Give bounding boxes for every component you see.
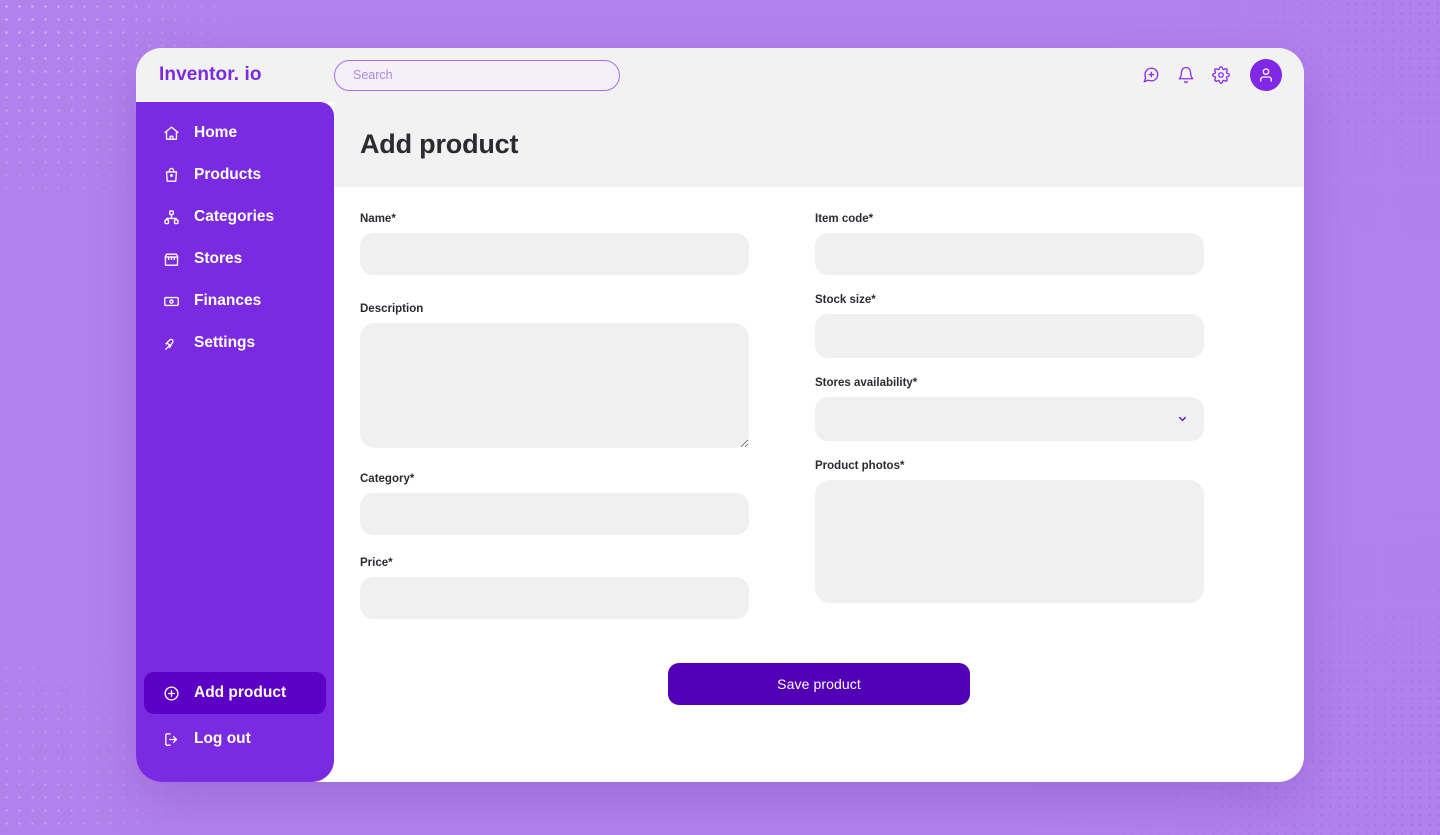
save-product-button[interactable]: Save product: [668, 663, 970, 705]
logout-icon: [162, 730, 180, 748]
field-label-item-code: Item code*: [815, 213, 874, 225]
form-grid: Name* Description Category* Price* Item …: [360, 213, 1278, 619]
home-icon: [162, 124, 180, 142]
sidebar-item-label: Categories: [194, 208, 275, 225]
sidebar-item-finances[interactable]: Finances: [144, 280, 326, 322]
app-logo: Inventor. io: [159, 64, 262, 85]
message-plus-icon[interactable]: [1141, 65, 1161, 85]
app-body: Home Products Categories Stores Finances…: [136, 102, 1304, 782]
sidebar-item-label: Finances: [194, 292, 262, 309]
sidebar-item-log-out[interactable]: Log out: [144, 718, 326, 760]
sidebar-item-label: Add product: [194, 684, 287, 701]
field-category: Category*: [360, 473, 749, 535]
field-label-stock-size: Stock size*: [815, 294, 876, 306]
store-icon: [162, 250, 180, 268]
field-label-category: Category*: [360, 473, 415, 485]
sidebar: Home Products Categories Stores Finances…: [136, 102, 334, 782]
field-label-name: Name*: [360, 213, 396, 225]
search-placeholder: Search: [353, 67, 393, 82]
field-description: Description: [360, 303, 749, 448]
page-header: Add product: [334, 102, 1304, 187]
bell-icon[interactable]: [1176, 65, 1196, 85]
field-stores-availability: Stores availability*: [815, 377, 1204, 441]
product-photos-dropzone[interactable]: [815, 480, 1204, 603]
field-label-description: Description: [360, 303, 424, 315]
save-button-row: Save product: [360, 663, 1278, 705]
main-content: Add product Name* Description Category* …: [334, 102, 1304, 782]
hierarchy-icon: [162, 208, 180, 226]
name-input[interactable]: [360, 233, 749, 275]
form-column-right: Item code* Stock size* Stores availabili…: [815, 213, 1204, 619]
app-window: Inventor. io Search Home Products Catego…: [136, 48, 1304, 782]
sidebar-item-label: Log out: [194, 730, 251, 747]
field-product-photos: Product photos*: [815, 460, 1204, 603]
form-column-left: Name* Description Category* Price*: [360, 213, 749, 619]
field-price: Price*: [360, 557, 749, 619]
top-bar: Inventor. io Search: [136, 48, 1304, 102]
sidebar-item-products[interactable]: Products: [144, 154, 326, 196]
sidebar-item-categories[interactable]: Categories: [144, 196, 326, 238]
sidebar-item-add-product[interactable]: Add product: [144, 672, 326, 714]
sidebar-item-home[interactable]: Home: [144, 112, 326, 154]
field-stock-size: Stock size*: [815, 294, 1204, 358]
field-label-stores-availability: Stores availability*: [815, 377, 918, 389]
plus-circle-icon: [162, 684, 180, 702]
bag-icon: [162, 166, 180, 184]
category-input[interactable]: [360, 493, 749, 535]
page-title: Add product: [360, 129, 519, 159]
banknote-icon: [162, 292, 180, 310]
field-name: Name*: [360, 213, 749, 275]
stores-availability-select-wrap: [815, 397, 1204, 441]
field-label-price: Price*: [360, 557, 393, 569]
stores-availability-select[interactable]: [815, 397, 1204, 441]
sidebar-bottom-group: Add product Log out: [136, 672, 334, 760]
field-label-product-photos: Product photos*: [815, 460, 905, 472]
topbar-icon-group: [1141, 59, 1282, 91]
gear-icon[interactable]: [1211, 65, 1231, 85]
sidebar-item-settings[interactable]: Settings: [144, 322, 326, 364]
sidebar-item-label: Home: [194, 124, 238, 141]
add-product-form: Name* Description Category* Price* Item …: [334, 187, 1304, 782]
sidebar-item-stores[interactable]: Stores: [144, 238, 326, 280]
description-textarea[interactable]: [360, 323, 749, 448]
sidebar-item-label: Products: [194, 166, 262, 183]
price-input[interactable]: [360, 577, 749, 619]
item-code-input[interactable]: [815, 233, 1204, 275]
search-input[interactable]: Search: [334, 59, 620, 91]
sidebar-item-label: Settings: [194, 334, 256, 351]
sidebar-nav-list: Home Products Categories Stores Finances…: [136, 112, 334, 364]
stock-size-input[interactable]: [815, 314, 1204, 358]
wrench-icon: [162, 334, 180, 352]
sidebar-item-label: Stores: [194, 250, 243, 267]
field-item-code: Item code*: [815, 213, 1204, 275]
user-avatar[interactable]: [1250, 59, 1282, 91]
